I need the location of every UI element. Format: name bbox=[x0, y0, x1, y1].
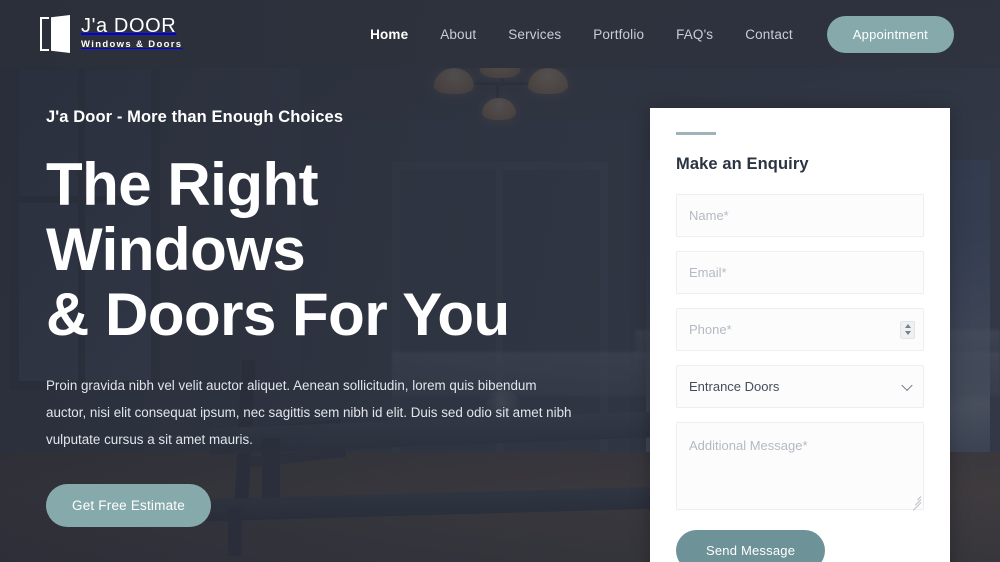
nav-item-faqs[interactable]: FAQ's bbox=[660, 27, 729, 42]
get-free-estimate-button[interactable]: Get Free Estimate bbox=[46, 483, 211, 527]
nav-item-services[interactable]: Services bbox=[492, 27, 577, 42]
hero-title-line-1: The Right Windows bbox=[46, 151, 319, 283]
brand-tagline: Windows & Doors bbox=[81, 39, 183, 51]
enquiry-divider bbox=[676, 132, 716, 135]
message-field-wrap bbox=[676, 422, 924, 511]
nav-item-home[interactable]: Home bbox=[354, 27, 424, 42]
enquiry-panel: Make an Enquiry Entrance Doors bbox=[650, 108, 950, 562]
name-field-wrap bbox=[676, 194, 924, 237]
site-header: J'a DOOR Windows & Doors Home About Serv… bbox=[0, 0, 1000, 68]
message-textarea[interactable] bbox=[676, 422, 924, 510]
enquiry-title: Make an Enquiry bbox=[676, 155, 809, 173]
appointment-button[interactable]: Appointment bbox=[826, 15, 954, 53]
brand-logo[interactable]: J'a DOOR Windows & Doors bbox=[40, 15, 182, 53]
send-message-button[interactable]: Send Message bbox=[676, 530, 826, 562]
name-input[interactable] bbox=[676, 194, 924, 237]
hero-content: J'a Door - More than Enough Choices The … bbox=[46, 108, 586, 527]
open-door-icon bbox=[40, 15, 70, 53]
hero-paragraph: Proin gravida nibh vel velit auctor aliq… bbox=[46, 378, 572, 448]
brand-name: J'a DOOR bbox=[81, 15, 177, 38]
phone-input[interactable] bbox=[676, 308, 924, 351]
number-spinner-icon[interactable] bbox=[900, 320, 915, 339]
nav-item-portfolio[interactable]: Portfolio bbox=[577, 27, 660, 42]
main-navigation: Home About Services Portfolio FAQ's Cont… bbox=[354, 15, 954, 53]
nav-item-contact[interactable]: Contact bbox=[729, 27, 809, 42]
hero-eyebrow: J'a Door - More than Enough Choices bbox=[46, 108, 344, 126]
enquiry-card: Make an Enquiry Entrance Doors bbox=[650, 108, 950, 562]
email-input[interactable] bbox=[676, 251, 924, 294]
hero-title: The Right Windows & Doors For You bbox=[46, 151, 586, 348]
hero-title-line-2: & Doors For You bbox=[46, 280, 510, 348]
nav-item-about[interactable]: About bbox=[424, 27, 492, 42]
service-select-wrap: Entrance Doors bbox=[676, 365, 924, 408]
service-select[interactable]: Entrance Doors bbox=[676, 365, 924, 408]
landing-page: J'a DOOR Windows & Doors Home About Serv… bbox=[0, 0, 1000, 562]
phone-field-wrap bbox=[676, 308, 924, 351]
email-field-wrap bbox=[676, 251, 924, 294]
